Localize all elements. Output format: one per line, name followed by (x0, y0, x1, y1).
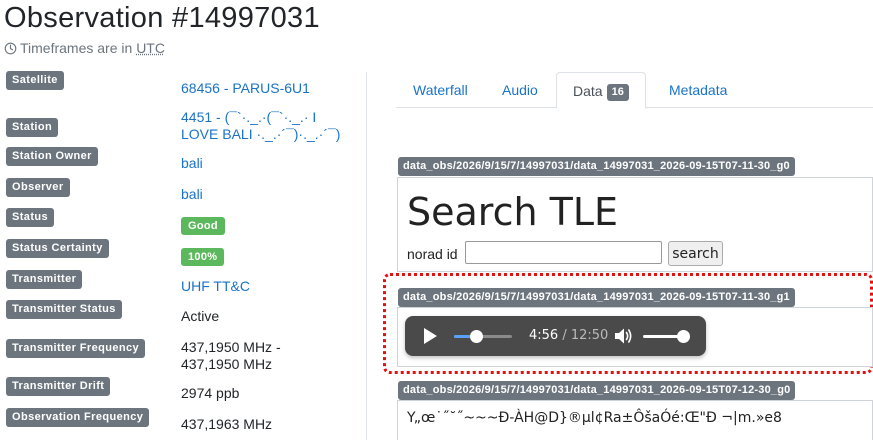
data-file-name: data_obs/2026/9/15/7/14997031/data_14997… (398, 288, 795, 307)
duration: 12:50 (570, 328, 609, 343)
transmitter-status-label: Transmitter Status (6, 299, 122, 319)
transmitter-frequency-line2: 437,1950 MHz (181, 356, 273, 372)
play-icon[interactable] (424, 328, 437, 344)
timeframe-note: Timeframes are in UTC (4, 40, 165, 56)
data-file-frame: Search TLE norad id search (397, 177, 873, 272)
timeframe-note-text: Timeframes are in (20, 40, 137, 56)
certainty-badge: 100% (181, 248, 225, 266)
time-separator: / (558, 328, 571, 343)
search-button[interactable]: search (668, 241, 723, 266)
observation-frequency-label: Observation Frequency (6, 407, 150, 427)
data-file-name: data_obs/2026/9/15/7/14997031/data_14997… (398, 157, 795, 176)
transmitter-label: Transmitter (6, 269, 83, 289)
tab-data[interactable]: Data 16 (556, 72, 646, 109)
transmitter-drift-label: Transmitter Drift (6, 376, 111, 396)
search-tle-heading: Search TLE (407, 190, 619, 234)
observer-link[interactable]: bali (181, 186, 203, 203)
progress-handle[interactable] (470, 330, 484, 343)
timezone-abbr: UTC (136, 40, 165, 56)
progress-slider[interactable] (454, 330, 512, 343)
tab-audio[interactable]: Audio (486, 72, 554, 108)
column-divider (366, 72, 367, 440)
transmitter-frequency-value: 437,1950 MHz - 437,1950 MHz (181, 339, 281, 373)
observer-label: Observer (6, 177, 70, 197)
station-link-line2: LOVE BALI ·._.·´¯)·._.·´¯) (181, 126, 341, 142)
playback-time: 4:56 / 12:50 (529, 328, 608, 343)
audio-player: 4:56 / 12:50 (405, 316, 706, 356)
observation-tabs: Waterfall Audio Data 16 Metadata (396, 72, 873, 109)
norad-id-label: norad id (407, 246, 458, 262)
tab-data-label: Data (573, 83, 603, 99)
data-file-name: data_obs/2026/9/15/7/14997031/data_14997… (398, 381, 796, 400)
station-link[interactable]: 4451 - (¯`·._.·(¯`·._.· I LOVE BALI ·._.… (181, 109, 340, 143)
observation-frequency-value: 437,1963 MHz (181, 416, 273, 432)
volume-handle[interactable] (677, 330, 690, 343)
satellite-label: Satellite (6, 70, 64, 90)
transmitter-link[interactable]: UHF TT&C (181, 278, 250, 295)
tab-metadata[interactable]: Metadata (653, 72, 743, 108)
station-label: Station (6, 118, 59, 137)
status-label: Status (6, 207, 55, 227)
transmitter-frequency-line1: 437,1950 MHz - (181, 339, 281, 355)
transmitter-frequency-label: Transmitter Frequency (6, 338, 145, 358)
raw-data-content: Y„œ˙˝˘˝~~~Đ-ÀH@D}®µl¢Ra±ÔšaÓé:Œ"Đ ¬|m.»e… (407, 410, 782, 426)
status-value: Good (181, 216, 225, 235)
clock-icon (4, 42, 17, 55)
station-link-line1: 4451 - (¯`·._.·(¯`·._.· I (181, 109, 317, 125)
station-owner-link[interactable]: bali (181, 155, 203, 172)
transmitter-drift-value: 2974 ppb (181, 385, 240, 401)
tab-data-count-badge: 16 (606, 84, 629, 101)
transmitter-status-value: Active (181, 308, 220, 324)
data-file-frame: Y„œ˙˝˘˝~~~Đ-ÀH@D}®µl¢Ra±ÔšaÓé:Œ"Đ ¬|m.»e… (397, 400, 873, 440)
current-time: 4:56 (529, 328, 559, 343)
page-title: Observation #14997031 (4, 2, 320, 34)
tab-waterfall[interactable]: Waterfall (397, 72, 484, 108)
station-owner-label: Station Owner (6, 146, 98, 166)
status-certainty-value: 100% (181, 247, 225, 266)
status-certainty-label: Status Certainty (6, 238, 109, 258)
satellite-link[interactable]: 68456 - PARUS-6U1 (181, 80, 310, 97)
status-badge: Good (181, 217, 225, 235)
volume-icon[interactable] (614, 327, 633, 345)
norad-id-input[interactable] (465, 241, 662, 264)
